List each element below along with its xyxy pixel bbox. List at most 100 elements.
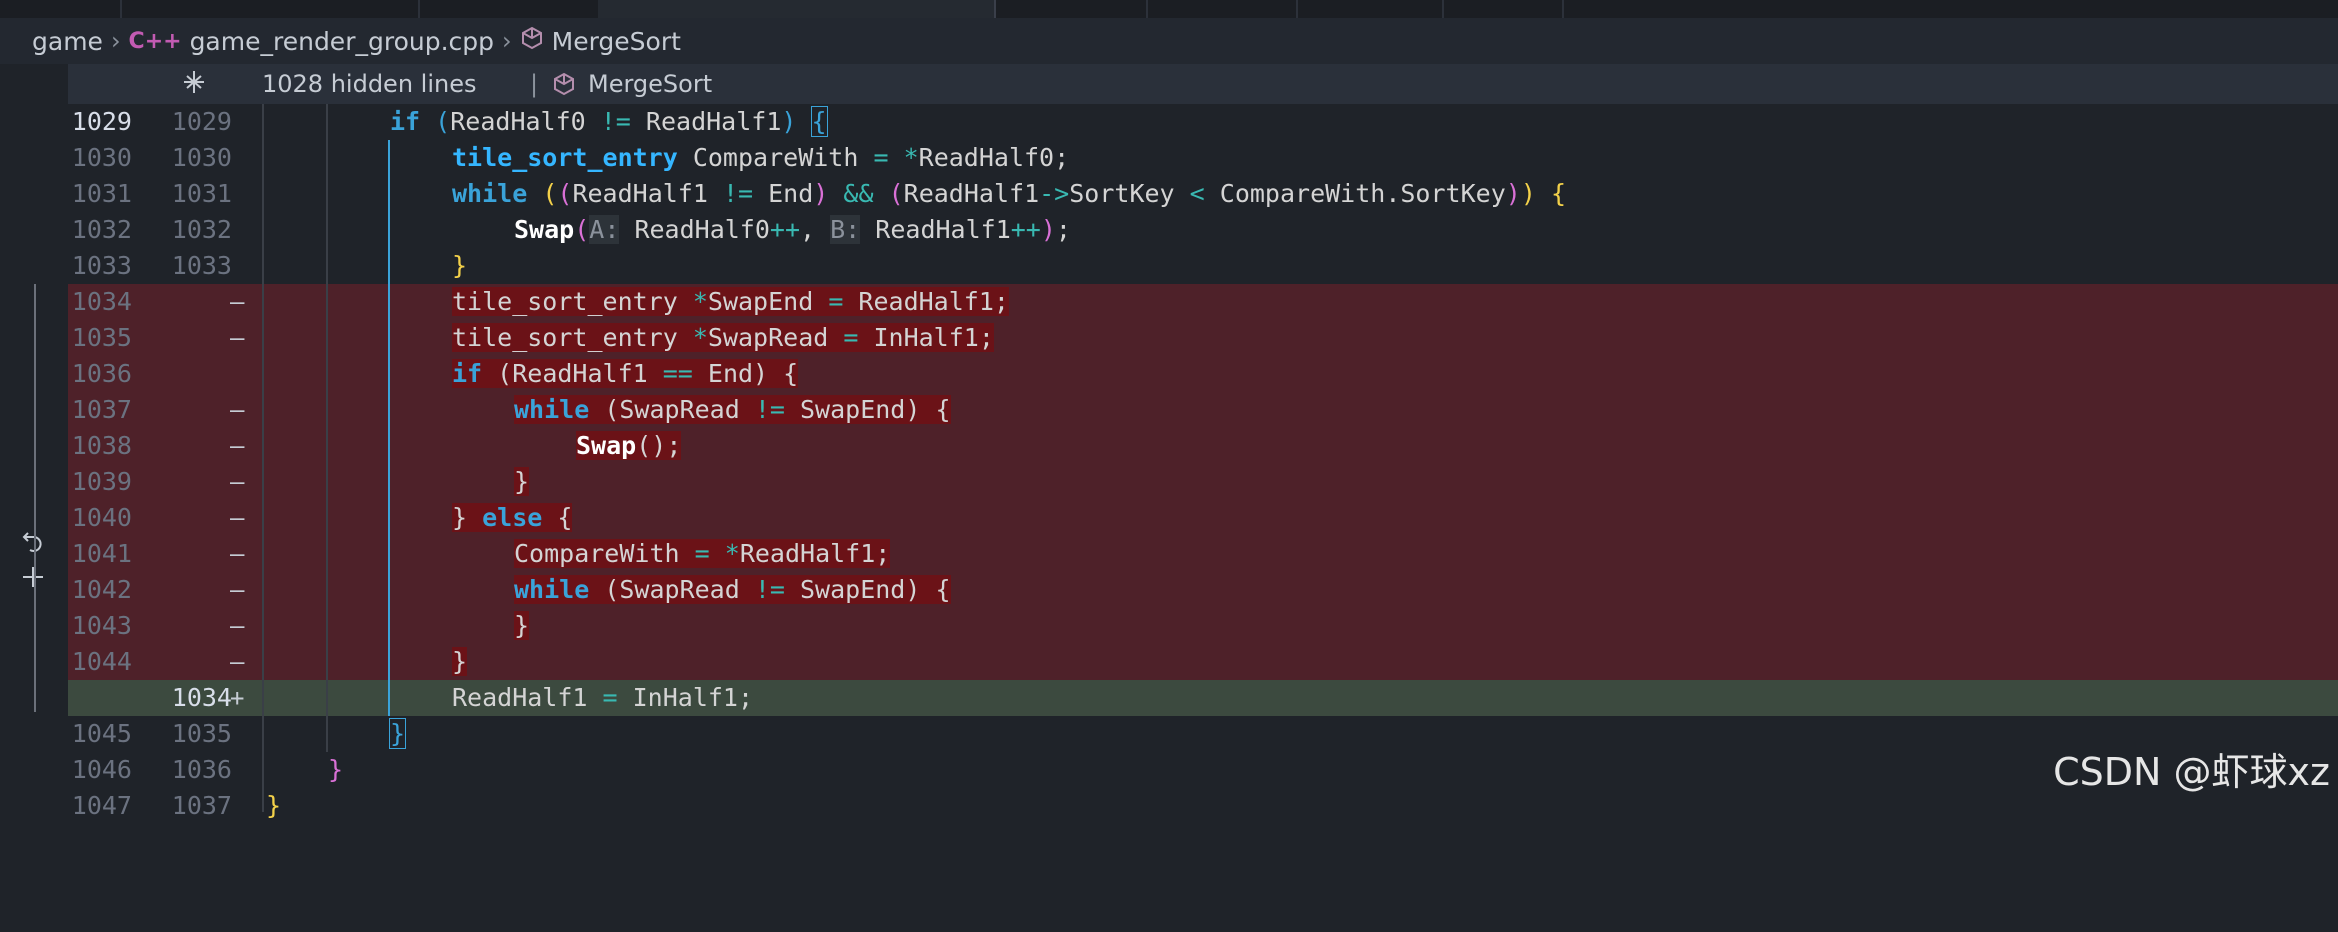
added-line[interactable]: 1034 + ReadHalf1 = InHalf1; xyxy=(68,680,2338,716)
line-number-original: 1030 xyxy=(71,143,132,172)
code-text: } xyxy=(328,755,344,784)
code-text: ReadHalf1 = InHalf1; xyxy=(452,683,754,712)
chevron-right-icon: › xyxy=(502,27,512,55)
code-text: } xyxy=(514,467,530,496)
code-line[interactable]: 1045 1035 } xyxy=(68,716,2338,752)
line-number-modified: 1035 xyxy=(171,719,232,748)
diff-remove-mark: — xyxy=(230,324,245,352)
tab[interactable] xyxy=(994,0,1148,18)
sticky-divider: | xyxy=(530,70,539,98)
line-number-original: 1042 xyxy=(71,575,132,604)
breadcrumb: game › C++ game_render_group.cpp › Merge… xyxy=(0,18,2338,64)
revert-icon[interactable] xyxy=(20,530,46,560)
add-icon[interactable] xyxy=(20,564,46,594)
line-number-modified: 1032 xyxy=(171,215,232,244)
line-number-original: 1036 xyxy=(71,359,132,388)
cube-icon xyxy=(520,26,544,56)
code-text: } xyxy=(266,791,282,820)
code-line[interactable]: 1032 1032 Swap(A: ReadHalf0++, B: ReadHa… xyxy=(68,212,2338,248)
line-number-original: 1035 xyxy=(71,323,132,352)
diff-remove-mark: — xyxy=(230,576,245,604)
deleted-line[interactable]: 1043 — } xyxy=(68,608,2338,644)
diff-bar xyxy=(34,284,36,712)
breadcrumb-symbol[interactable]: MergeSort xyxy=(552,27,681,56)
code-text: } xyxy=(514,611,530,640)
tab[interactable] xyxy=(120,0,420,18)
diff-remove-mark: — xyxy=(230,504,245,532)
code-line[interactable]: 1033 1033 } xyxy=(68,248,2338,284)
indent-guide-active xyxy=(388,140,390,716)
deleted-line[interactable]: 1034 — tile_sort_entry *SwapEnd = ReadHa… xyxy=(68,284,2338,320)
deleted-line[interactable]: 1044 — } xyxy=(68,644,2338,680)
line-number-original: 1038 xyxy=(71,431,132,460)
code-text: } xyxy=(452,251,468,280)
cpp-file-icon: C++ xyxy=(128,28,182,54)
indent-guide xyxy=(326,104,328,752)
line-number-original: 1044 xyxy=(71,647,132,676)
deleted-line[interactable]: 1036 if (ReadHalf1 == End) { xyxy=(68,356,2338,414)
code-text: Swap(); xyxy=(576,431,682,460)
line-number-original: 1032 xyxy=(71,215,132,244)
tab[interactable] xyxy=(0,0,122,18)
line-number-original: 1046 xyxy=(71,755,132,784)
code-text: if (ReadHalf0 != ReadHalf1) { xyxy=(390,106,828,137)
deleted-line[interactable]: 1037 — while (SwapRead != SwapEnd) { xyxy=(68,392,2338,428)
chevron-right-icon: › xyxy=(110,27,121,55)
code-line[interactable]: 1029 1029 if (ReadHalf0 != ReadHalf1) { xyxy=(68,104,2338,140)
line-number-original: 1037 xyxy=(71,395,132,424)
tab[interactable] xyxy=(1296,0,1444,18)
diff-add-mark: + xyxy=(230,684,245,712)
line-number-original: 1029 xyxy=(71,107,132,136)
line-number-original: 1045 xyxy=(71,719,132,748)
breadcrumb-file[interactable]: game_render_group.cpp xyxy=(190,27,494,56)
code-line[interactable]: 1047 1037 } xyxy=(68,788,2338,824)
deleted-line[interactable]: 1042 — while (SwapRead != SwapEnd) { xyxy=(68,572,2338,608)
line-number-original: 1033 xyxy=(71,251,132,280)
code-text: CompareWith = *ReadHalf1; xyxy=(514,539,891,568)
tab[interactable] xyxy=(1146,0,1298,18)
tab[interactable] xyxy=(418,0,600,18)
line-number-original: 1043 xyxy=(71,611,132,640)
code-line[interactable]: 1046 1036 } xyxy=(68,752,2338,788)
diff-remove-mark: — xyxy=(230,432,245,460)
tab-active[interactable] xyxy=(598,0,996,18)
sticky-scroll-header[interactable]: 1028 hidden lines | MergeSort xyxy=(68,64,2338,104)
tab-strip xyxy=(0,0,2338,18)
deleted-line[interactable]: 1041 — CompareWith = *ReadHalf1; xyxy=(68,536,2338,572)
deleted-line[interactable]: 1035 — tile_sort_entry *SwapRead = InHal… xyxy=(68,320,2338,356)
code-text: } xyxy=(388,718,407,749)
code-text: tile_sort_entry *SwapEnd = ReadHalf1; xyxy=(452,287,1009,316)
code-text: if (ReadHalf1 == End) { xyxy=(452,359,799,388)
code-line[interactable]: 1031 1031 while ((ReadHalf1 != End) && (… xyxy=(68,176,2338,212)
code-line[interactable]: 1030 1030 tile_sort_entry CompareWith = … xyxy=(68,140,2338,176)
line-number-original: 1047 xyxy=(71,791,132,820)
code-text: while ((ReadHalf1 != End) && (ReadHalf1-… xyxy=(452,179,1566,208)
unfold-icon[interactable] xyxy=(180,68,208,102)
deleted-line[interactable]: 1039 — } xyxy=(68,464,2338,500)
diff-remove-mark: — xyxy=(230,468,245,496)
diff-remove-mark: — xyxy=(230,288,245,316)
cube-icon xyxy=(552,72,576,102)
line-number-modified: 1029 xyxy=(171,107,232,136)
line-number-original: 1034 xyxy=(71,287,132,316)
line-number-modified: 1034 xyxy=(171,683,232,712)
line-number-original: 1041 xyxy=(71,539,132,568)
code-text: while (SwapRead != SwapEnd) { xyxy=(514,395,951,424)
diff-remove-mark: — xyxy=(230,396,245,424)
deleted-line[interactable]: 1038 — Swap(); xyxy=(68,428,2338,464)
line-number-modified: 1033 xyxy=(171,251,232,280)
watermark: CSDN @虾球xz xyxy=(2053,750,2330,794)
line-number-original: 1039 xyxy=(71,467,132,496)
sticky-scope[interactable]: MergeSort xyxy=(588,70,712,98)
line-number-modified: 1037 xyxy=(171,791,232,820)
code-text: } else { xyxy=(452,503,573,532)
line-number-modified: 1030 xyxy=(171,143,232,172)
tab[interactable] xyxy=(1442,0,1564,18)
code-text: } xyxy=(452,647,468,676)
code-text: while (SwapRead != SwapEnd) { xyxy=(514,575,951,604)
code-text: tile_sort_entry *SwapRead = InHalf1; xyxy=(452,323,994,352)
breadcrumb-folder[interactable]: game xyxy=(32,27,103,56)
diff-remove-mark: — xyxy=(230,540,245,568)
code-text: tile_sort_entry CompareWith = *ReadHalf0… xyxy=(452,143,1070,172)
deleted-line[interactable]: 1040 — } else { xyxy=(68,500,2338,536)
